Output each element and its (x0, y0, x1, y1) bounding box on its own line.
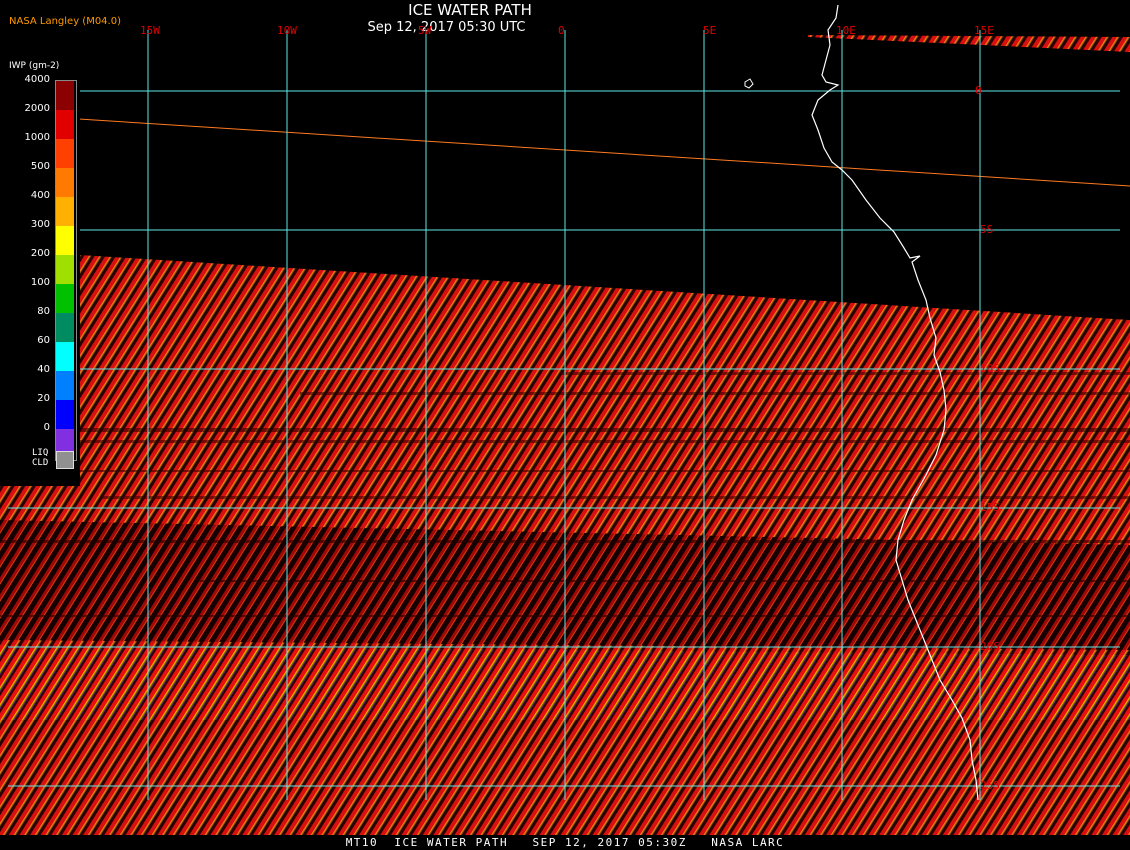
legend-tick-label: 20 (37, 393, 50, 404)
legend-swatch (56, 255, 74, 284)
legend-tick-label: 80 (37, 306, 50, 317)
page-title: ICE WATER PATH (408, 1, 532, 19)
legend-swatch (56, 313, 74, 342)
lat-label-20s: 20S (980, 640, 1000, 653)
legend-swatch (56, 139, 74, 168)
lon-label-0: 0 (558, 24, 565, 37)
liq-label: LIQ (32, 448, 49, 458)
legend-tick-label: 4000 (24, 74, 50, 85)
lat-label-25s: 25S (980, 779, 1000, 792)
legend-tick-label: 2000 (24, 103, 50, 114)
lon-label-5w: 5W (418, 24, 432, 37)
legend-tick-label: 400 (30, 190, 50, 201)
source-label: NASA Langley (M04.0) (9, 16, 121, 27)
lon-label-15e: 15E (974, 24, 994, 37)
satellite-map-view: ICE WATER PATH Sep 12, 2017 05:30 UTC NA… (0, 0, 1130, 850)
swath-band-top (808, 35, 1130, 52)
legend-swatch (56, 81, 74, 110)
footer-caption: MT10 ICE WATER PATH SEP 12, 2017 05:30Z … (0, 835, 1130, 850)
island-sao-tome (744, 78, 754, 89)
legend-swatch (56, 197, 74, 226)
legend-tick-label: 500 (30, 161, 50, 172)
map-canvas (0, 4, 1130, 850)
lon-label-15w: 15W (140, 24, 160, 37)
legend-tick-label: 200 (30, 248, 50, 259)
lat-label-10s: 10S (980, 362, 1000, 375)
datetime-subtitle: Sep 12, 2017 05:30 UTC (367, 20, 526, 35)
legend-swatch (56, 371, 74, 400)
lon-label-5e: 5E (703, 24, 717, 37)
legend-swatch (56, 226, 74, 255)
legend-tick-label: 1000 (24, 132, 50, 143)
liquid-cloud-swatch (56, 451, 74, 469)
lon-label-10w: 10W (277, 24, 297, 37)
legend-swatch (56, 110, 74, 139)
legend-swatch (56, 284, 74, 313)
lat-label-0: 0 (975, 84, 982, 97)
liquid-cloud-label: LIQ CLD (32, 448, 48, 468)
cld-label: CLD (32, 458, 49, 468)
legend-tick-label: 0 (43, 422, 50, 433)
legend-tick-label: 60 (37, 335, 50, 346)
legend-swatch (56, 400, 74, 429)
lat-label-5s: 5S (980, 223, 994, 236)
legend-swatch (56, 168, 74, 197)
legend-tick-label: 300 (30, 219, 50, 230)
legend-swatch (56, 342, 74, 371)
legend-tick-label: 40 (37, 364, 50, 375)
legend-unit-label: IWP (gm-2) (9, 61, 60, 71)
lat-label-15s: 15S (980, 501, 1000, 514)
legend-tick-label: 100 (30, 277, 50, 288)
lon-label-10e: 10E (836, 24, 856, 37)
